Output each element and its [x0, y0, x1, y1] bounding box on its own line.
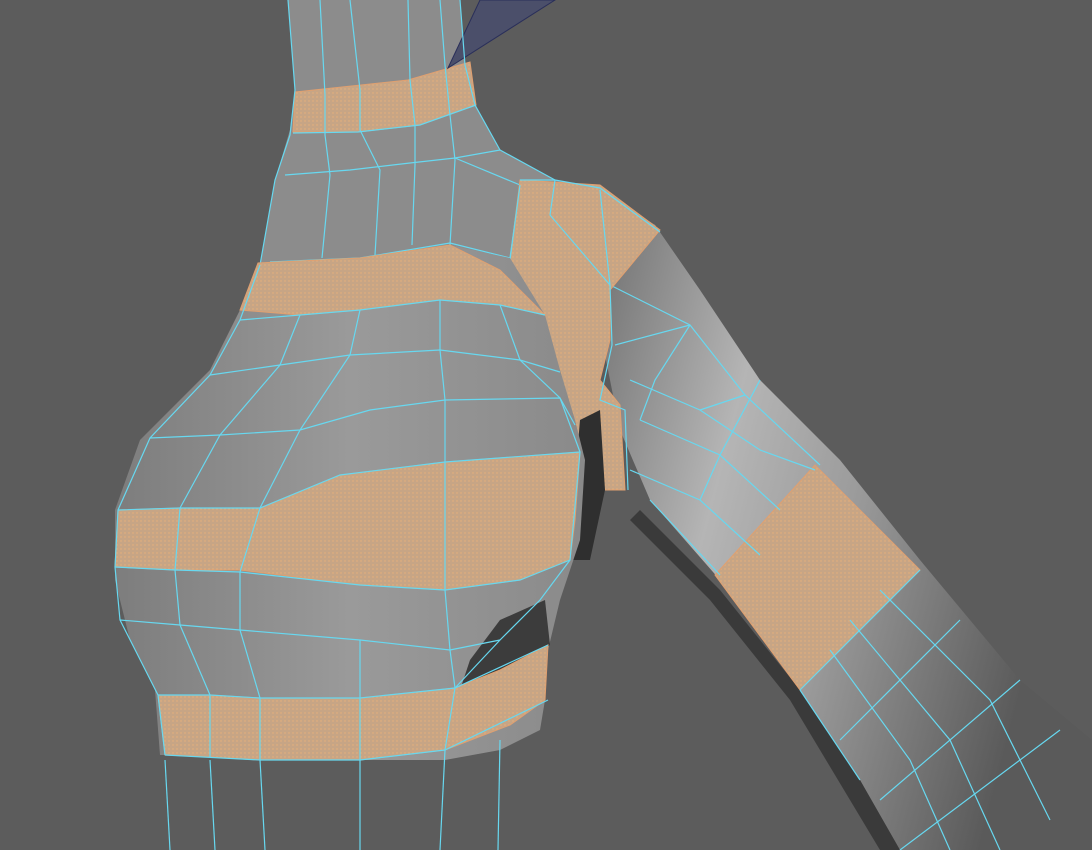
3d-viewport[interactable] [0, 0, 1092, 850]
viewport-canvas[interactable] [0, 0, 1092, 850]
